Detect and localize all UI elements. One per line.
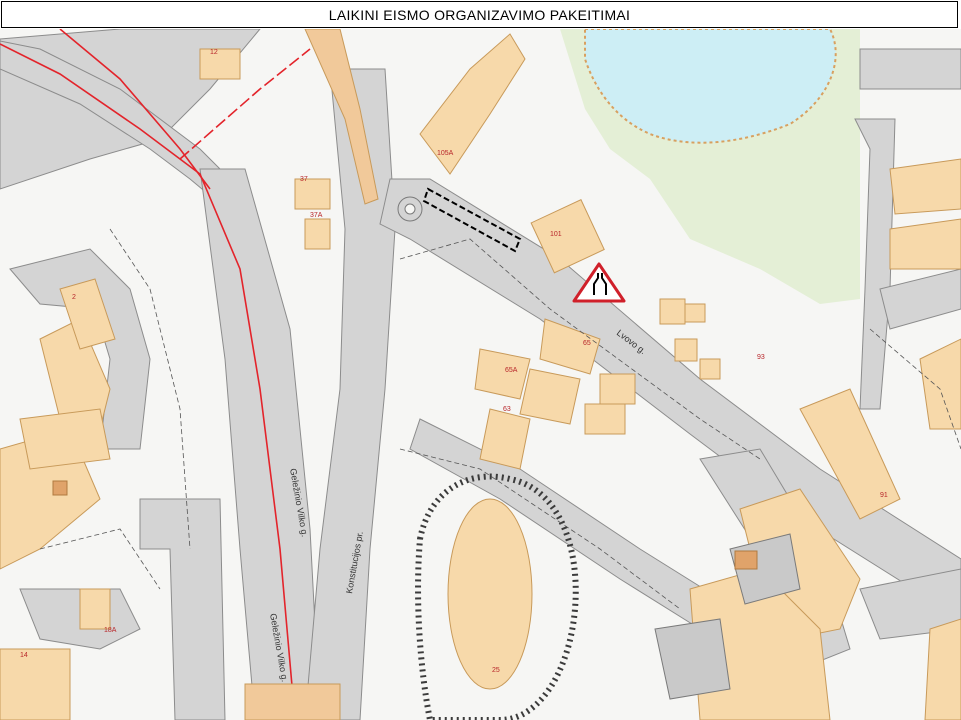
map-area[interactable]: Geležinio Vilko g. Geležinio Vilko g. Ko… [0, 29, 961, 720]
building-number: 63 [503, 406, 511, 413]
building-number: 65 [583, 340, 591, 347]
building-number: 18A [104, 627, 117, 634]
building-number: 65A [505, 367, 518, 374]
building-number: 101 [550, 231, 562, 238]
building-number: 91 [880, 492, 888, 499]
building-number: 105A [437, 150, 454, 157]
building-number: 2 [72, 294, 76, 301]
orange-building [734, 550, 758, 570]
orange-building-left [52, 480, 68, 496]
map-canvas[interactable]: Geležinio Vilko g. Geležinio Vilko g. Ko… [0, 29, 961, 720]
building-number: 37 [300, 176, 308, 183]
building-number: 14 [20, 652, 28, 659]
building-number: 37A [310, 212, 323, 219]
building-number: 93 [757, 354, 765, 361]
building-number: 12 [210, 49, 218, 56]
roundabout-center [404, 203, 416, 215]
building-number: 25 [492, 667, 500, 674]
map-title: LAIKINI EISMO ORGANIZAVIMO PAKEITIMAI [1, 1, 958, 28]
bridge-strip-bottom [244, 683, 341, 720]
